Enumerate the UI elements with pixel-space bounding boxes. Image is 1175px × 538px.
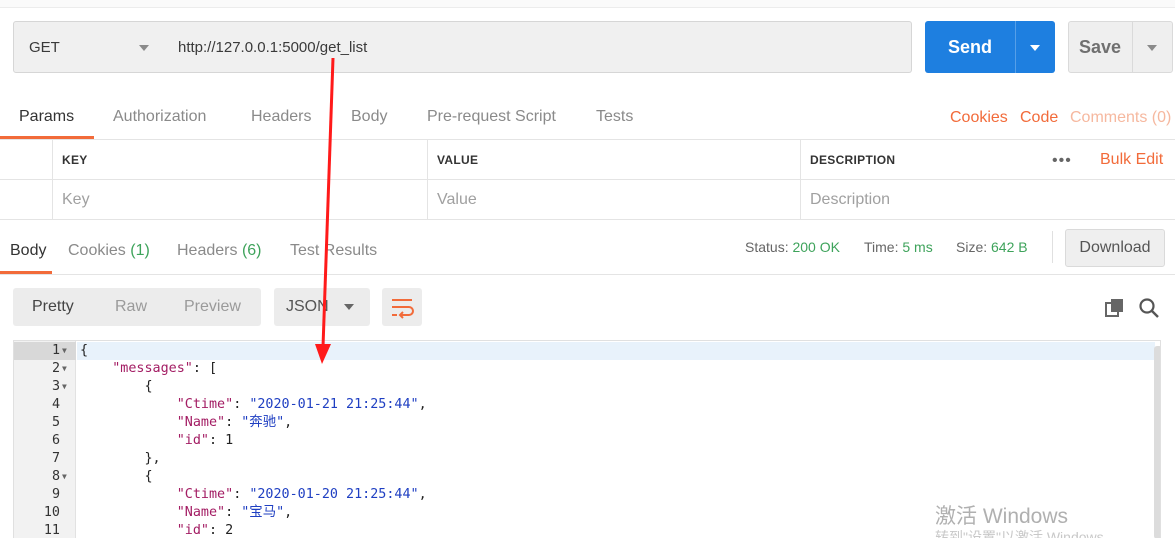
tab-test-results[interactable]: Test Results bbox=[290, 242, 377, 260]
time-readout: Time: 5 ms bbox=[864, 239, 933, 255]
headers-count: (6) bbox=[241, 242, 262, 259]
line-number: 11 bbox=[43, 523, 60, 538]
preview-button[interactable]: Preview bbox=[184, 298, 241, 316]
cookies-link[interactable]: Cookies bbox=[950, 109, 1008, 127]
activation-watermark-subtitle: 转到"设置"以激活 Windows。 bbox=[935, 529, 1118, 538]
format-label: JSON bbox=[286, 298, 329, 315]
line-number: 2 bbox=[51, 361, 60, 376]
response-tabs: Body Cookies (1) Headers (6) Test Result… bbox=[0, 221, 1175, 275]
tab-body[interactable]: Body bbox=[351, 108, 387, 126]
send-divider bbox=[1015, 21, 1016, 73]
active-tab-indicator bbox=[0, 136, 94, 139]
status-value: 200 OK bbox=[792, 239, 840, 255]
code-line-5: "Name": "奔驰", bbox=[176, 415, 293, 430]
params-table: KEY VALUE DESCRIPTION ••• Bulk Edit Key … bbox=[0, 140, 1175, 220]
fold-toggle-icon[interactable]: ▼ bbox=[62, 378, 67, 396]
fold-toggle-icon[interactable]: ▼ bbox=[62, 342, 67, 360]
params-empty-row: Key Value Description bbox=[0, 180, 1175, 220]
code-line-10: "Name": "宝马", bbox=[176, 505, 293, 520]
value-input[interactable]: Value bbox=[427, 180, 800, 220]
line-number: 7 bbox=[51, 451, 60, 466]
send-dropdown-icon[interactable] bbox=[1030, 45, 1040, 51]
code-line-11: "id": 2 bbox=[176, 523, 234, 538]
code-link[interactable]: Code bbox=[1020, 109, 1058, 127]
send-label: Send bbox=[948, 36, 993, 57]
tab-response-cookies[interactable]: Cookies (1) bbox=[68, 242, 150, 260]
code-line-6: "id": 1 bbox=[176, 433, 234, 448]
tab-response-body[interactable]: Body bbox=[10, 242, 46, 260]
more-options-icon[interactable]: ••• bbox=[1052, 152, 1072, 170]
save-divider bbox=[1132, 22, 1133, 72]
line-number: 3 bbox=[51, 379, 60, 394]
activation-watermark: 激活 Windows bbox=[935, 505, 1069, 528]
vertical-scrollbar[interactable] bbox=[1154, 346, 1160, 538]
wrap-lines-icon bbox=[392, 299, 414, 319]
fold-toggle-icon[interactable]: ▼ bbox=[62, 468, 67, 486]
method-select[interactable]: GET bbox=[13, 21, 164, 73]
line-number: 8 bbox=[51, 469, 60, 484]
search-icon[interactable] bbox=[1138, 297, 1160, 319]
wrap-lines-button[interactable] bbox=[382, 288, 422, 326]
save-button[interactable]: Save bbox=[1068, 21, 1173, 73]
line-number: 10 bbox=[43, 505, 60, 520]
line-number: 4 bbox=[51, 397, 60, 412]
window-top-strip bbox=[0, 0, 1175, 8]
tab-authorization[interactable]: Authorization bbox=[113, 108, 206, 126]
line-number: 6 bbox=[51, 433, 60, 448]
chevron-down-icon bbox=[344, 304, 354, 310]
code-line-2: "messages": [ bbox=[112, 361, 218, 376]
code-line-3: { bbox=[144, 379, 153, 394]
code-line-8: { bbox=[144, 469, 153, 484]
tab-pre-request-script[interactable]: Pre-request Script bbox=[427, 108, 556, 126]
column-header-description: DESCRIPTION bbox=[800, 140, 1040, 180]
active-response-tab-indicator bbox=[0, 271, 52, 274]
fold-toggle-icon[interactable]: ▼ bbox=[62, 360, 67, 378]
line-number: 9 bbox=[51, 487, 60, 502]
code-line-7: }, bbox=[144, 451, 161, 466]
column-header-key: KEY bbox=[52, 140, 427, 180]
url-text: http://127.0.0.1:5000/get_list bbox=[178, 38, 368, 56]
save-dropdown-icon[interactable] bbox=[1147, 45, 1157, 51]
send-button[interactable]: Send bbox=[925, 21, 1055, 73]
bulk-edit-link[interactable]: Bulk Edit bbox=[1100, 151, 1163, 169]
tab-params[interactable]: Params bbox=[19, 108, 74, 126]
toolbar-divider bbox=[1052, 231, 1053, 263]
time-value: 5 ms bbox=[902, 239, 933, 255]
view-mode-group: Pretty Raw Preview bbox=[13, 288, 261, 326]
code-line-1: { bbox=[80, 343, 89, 358]
comments-link[interactable]: Comments (0) bbox=[1070, 109, 1171, 127]
download-button[interactable]: Download bbox=[1065, 229, 1165, 267]
raw-button[interactable]: Raw bbox=[115, 298, 147, 316]
pretty-button[interactable]: Pretty bbox=[32, 298, 74, 316]
copy-icon[interactable] bbox=[1105, 298, 1125, 318]
tab-headers[interactable]: Headers bbox=[251, 108, 311, 126]
tab-response-headers[interactable]: Headers (6) bbox=[177, 242, 262, 260]
cookies-count: (1) bbox=[130, 242, 150, 259]
active-line-highlight bbox=[77, 342, 1155, 360]
params-header-row: KEY VALUE DESCRIPTION ••• Bulk Edit bbox=[0, 140, 1175, 180]
size-value: 642 B bbox=[991, 239, 1028, 255]
code-line-9: "Ctime": "2020-01-20 21:25:44", bbox=[176, 487, 427, 502]
key-input[interactable]: Key bbox=[52, 180, 427, 220]
code-line-4: "Ctime": "2020-01-21 21:25:44", bbox=[176, 397, 427, 412]
tab-tests[interactable]: Tests bbox=[596, 108, 633, 126]
column-header-value: VALUE bbox=[427, 140, 800, 180]
request-tabs: Params Authorization Headers Body Pre-re… bbox=[0, 100, 1175, 140]
format-select[interactable]: JSON bbox=[274, 288, 370, 326]
line-number: 5 bbox=[51, 415, 60, 430]
size-readout: Size: 642 B bbox=[956, 239, 1028, 255]
method-label: GET bbox=[29, 38, 60, 56]
status-readout: Status: 200 OK bbox=[745, 239, 840, 255]
save-label: Save bbox=[1079, 36, 1122, 57]
description-input[interactable]: Description bbox=[800, 180, 1175, 220]
chevron-down-icon bbox=[139, 45, 149, 51]
line-number: 1 bbox=[51, 343, 60, 358]
url-input[interactable]: http://127.0.0.1:5000/get_list bbox=[163, 21, 912, 73]
